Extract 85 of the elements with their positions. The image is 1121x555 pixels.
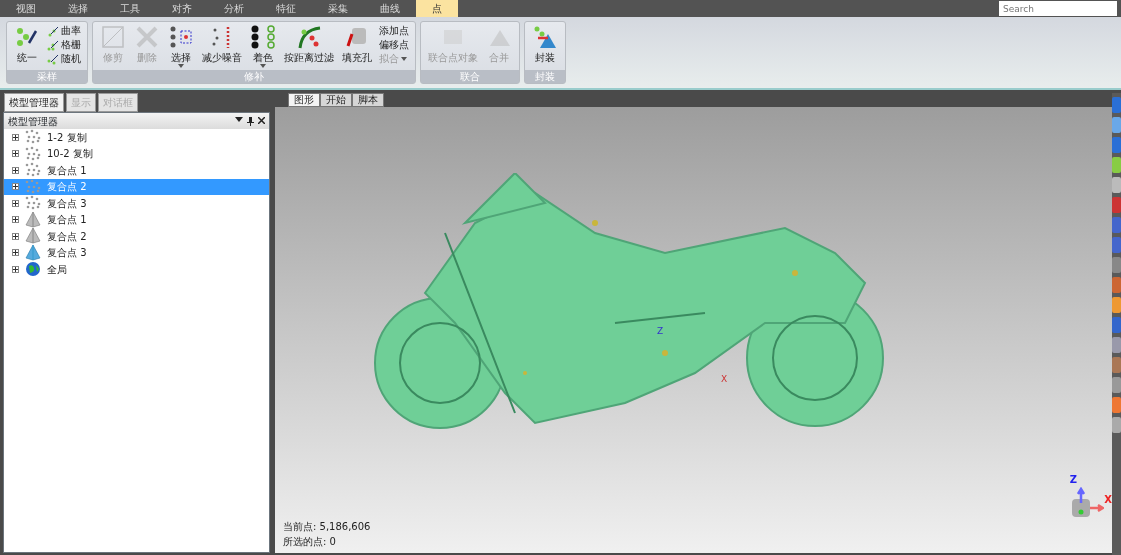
ribbon-button[interactable]: 随机 [45, 52, 83, 66]
group-label: 修补 [93, 70, 415, 83]
expand-icon[interactable] [12, 249, 19, 257]
mesh-icon [25, 211, 41, 228]
ribbon-button[interactable]: 格栅 [45, 38, 83, 52]
tree-item[interactable]: 复合点 1 [4, 162, 269, 179]
menu-tab[interactable]: 分析 [208, 0, 260, 17]
expand-icon[interactable] [12, 199, 19, 207]
menu-tab[interactable]: 采集 [312, 0, 364, 17]
point-cloud-icon [25, 145, 41, 162]
toolbar-icon[interactable] [1112, 157, 1121, 173]
point-cloud-icon [25, 162, 41, 179]
expand-icon[interactable] [12, 183, 19, 191]
expand-icon[interactable] [12, 216, 19, 224]
ribbon-button[interactable]: 按距离过滤 [281, 24, 337, 64]
toolbar-icon[interactable] [1112, 337, 1121, 353]
toolbar-icon[interactable] [1112, 397, 1121, 413]
group-label: 封装 [525, 70, 565, 83]
toolbar-icon[interactable] [1112, 377, 1121, 393]
toolbar-icon[interactable] [1112, 177, 1121, 193]
delete-icon [134, 24, 160, 50]
pin-icon[interactable] [247, 116, 254, 126]
expand-icon[interactable] [12, 150, 19, 158]
toolbar-icon[interactable] [1112, 277, 1121, 293]
view-tab[interactable]: 图形 [288, 93, 320, 107]
expand-icon[interactable] [12, 133, 19, 141]
expand-icon[interactable] [12, 166, 19, 174]
expand-icon[interactable] [12, 265, 19, 273]
panel-title: 模型管理器 [8, 114, 58, 129]
ribbon-button[interactable]: 添加点 [377, 24, 411, 38]
ribbon-button[interactable]: 减少噪音 [199, 24, 245, 64]
axis-label: Z [1069, 473, 1077, 487]
tree-item[interactable]: 1-2 复制 [4, 129, 269, 146]
ribbon-button[interactable]: 统一 [11, 24, 43, 64]
axis-label: Z [657, 325, 664, 338]
mesh-icon [25, 244, 41, 261]
axis-label: X [1104, 493, 1112, 507]
menu-tab[interactable]: 工具 [104, 0, 156, 17]
view-tab[interactable]: 开始 [320, 93, 352, 107]
ribbon-button[interactable]: 着色 [247, 24, 279, 68]
ribbon-button[interactable]: 封装 [529, 24, 561, 64]
viewport[interactable]: Z X Z X 当前点: 5,186,606 所选的点: 0 [275, 107, 1112, 553]
panel-tab[interactable]: 模型管理器 [4, 93, 64, 112]
menu-tab[interactable]: 对齐 [156, 0, 208, 17]
toolbar-icon[interactable] [1112, 317, 1121, 333]
toolbar-icon[interactable] [1112, 217, 1121, 233]
toolbar-icon[interactable] [1112, 257, 1121, 273]
ribbon-button[interactable]: 曲率 [45, 24, 83, 38]
ribbon-button[interactable]: 选择 [165, 24, 197, 68]
tree-item[interactable]: 10-2 复制 [4, 145, 269, 162]
point-cloud-icon [25, 178, 41, 195]
menu-tab[interactable]: 点 [416, 0, 458, 17]
view-tab[interactable]: 脚本 [352, 93, 384, 107]
tree-item[interactable]: 复合点 1 [4, 211, 269, 228]
menu-tab[interactable]: 曲线 [364, 0, 416, 17]
toolbar-icon[interactable] [1112, 357, 1121, 373]
close-icon[interactable] [258, 116, 265, 124]
group-label: 联合 [421, 70, 519, 83]
toolbar-icon[interactable] [1112, 117, 1121, 133]
tree-item[interactable]: 全局 [4, 261, 269, 278]
point-cloud-icon [25, 195, 41, 212]
tree-item[interactable]: 复合点 2 [4, 228, 269, 245]
menu-tab[interactable]: 选择 [52, 0, 104, 17]
toolbar-icon[interactable] [1112, 197, 1121, 213]
status-text: 当前点: 5,186,606 [283, 520, 372, 534]
dropdown-icon[interactable] [235, 116, 243, 123]
mesh-icon [25, 228, 41, 245]
status-text: 所选的点: 0 [283, 535, 337, 549]
menu-tab[interactable]: 特征 [260, 0, 312, 17]
toolbar-icon[interactable] [1112, 417, 1121, 433]
ribbon-button[interactable]: 偏移点 [377, 38, 411, 52]
ribbon-button[interactable]: 填充孔 [339, 24, 375, 64]
toolbar-icon[interactable] [1112, 137, 1121, 153]
toolbar-icon[interactable] [1112, 97, 1121, 113]
tree-item[interactable]: 复合点 3 [4, 195, 269, 212]
toolbar-icon[interactable] [1112, 297, 1121, 313]
group-label: 采样 [7, 70, 87, 83]
search-field[interactable]: Search [999, 1, 1117, 16]
tree-item[interactable]: 复合点 3 [4, 244, 269, 261]
expand-icon[interactable] [12, 232, 19, 240]
globe-icon [25, 261, 41, 278]
point-cloud-icon [25, 129, 41, 146]
toolbar-icon[interactable] [1112, 237, 1121, 253]
axis-label: X [721, 373, 728, 386]
menu-tab[interactable]: 视图 [0, 0, 52, 17]
